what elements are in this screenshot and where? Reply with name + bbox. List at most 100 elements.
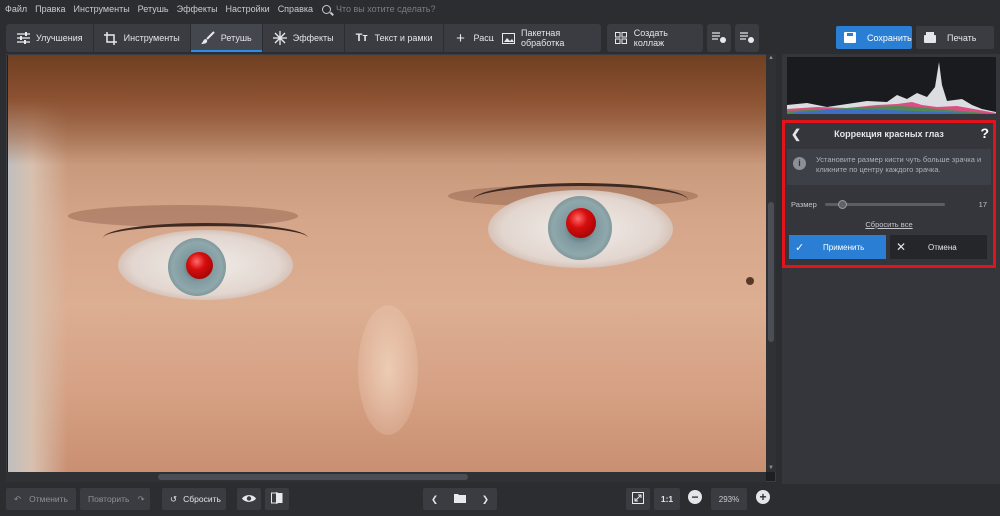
print-button[interactable]: Печать [916, 26, 994, 49]
create-collage-button[interactable]: Создать коллаж [607, 24, 703, 52]
bottom-bar: ↶ Отменить Повторить ↷ ↺ Сбросить ❮ ❯ 1:… [0, 484, 1000, 516]
eye-icon [242, 494, 256, 505]
menu-search[interactable]: Что вы хотите сделать? [322, 4, 436, 14]
sparkle-icon [272, 31, 287, 45]
cancel-button[interactable]: ✕ Отмена [890, 235, 987, 259]
search-placeholder: Что вы хотите сделать? [336, 4, 436, 14]
next-icon[interactable]: ❯ [482, 494, 489, 505]
tab-label: Ретушь [220, 33, 252, 43]
menu-effects[interactable]: Эффекты [174, 4, 221, 14]
search-icon [322, 4, 331, 14]
batch-label: Пакетная обработка [521, 28, 565, 48]
mole [746, 277, 754, 285]
compare-icon [271, 492, 283, 506]
file-navigation: ❮ ❯ [423, 488, 497, 510]
save-button[interactable]: Сохранить [836, 26, 912, 49]
reset-icon: ↺ [170, 493, 178, 504]
redo-label: Повторить [88, 494, 130, 504]
undo-button[interactable]: ↶ Отменить [6, 488, 76, 510]
horizontal-scrollbar[interactable] [6, 472, 766, 482]
redo-button[interactable]: Повторить ↷ [80, 488, 150, 510]
reset-all-link[interactable]: Сбросить все [785, 220, 993, 229]
info-message: i Установите размер кисти чуть больше зр… [787, 149, 991, 185]
collage-label: Создать коллаж [633, 28, 668, 48]
presets-remove-button[interactable] [735, 24, 759, 52]
undo-icon: ↶ [14, 493, 22, 504]
tab-effects[interactable]: Эффекты [263, 24, 345, 52]
undo-label: Отменить [29, 494, 68, 504]
redo-icon: ↷ [137, 493, 145, 504]
hair-region [8, 55, 766, 165]
size-slider-knob[interactable] [837, 199, 847, 209]
grid-icon [615, 31, 628, 45]
tab-label: Улучшения [36, 33, 83, 43]
menu-bar: Файл Правка Инструменты Ретушь Эффекты Н… [0, 0, 1000, 18]
photo[interactable] [8, 55, 766, 473]
zoom-level[interactable]: 293% [711, 488, 747, 510]
red-eye-correction-panel: ❮ Коррекция красных глаз ? i Установите … [782, 120, 996, 268]
back-icon[interactable]: ❮ [791, 127, 801, 141]
check-icon: ✓ [795, 241, 805, 254]
size-slider[interactable] [824, 199, 945, 209]
tab-tools[interactable]: Инструменты [94, 24, 191, 52]
prev-icon[interactable]: ❮ [431, 494, 438, 505]
panel-header: ❮ Коррекция красных глаз ? [785, 123, 993, 145]
fit-screen-button[interactable] [626, 488, 650, 510]
size-label: Размер [791, 199, 817, 209]
reset-button[interactable]: ↺ Сбросить [162, 488, 226, 510]
presets-add-button[interactable] [707, 24, 731, 52]
tab-label: Эффекты [292, 33, 334, 43]
menu-tools[interactable]: Инструменты [71, 4, 133, 14]
size-value: 17 [978, 199, 987, 209]
text-icon: Tт [355, 32, 368, 44]
menu-retouch[interactable]: Ретушь [135, 4, 172, 14]
list-remove-icon [740, 31, 754, 46]
reset-label: Сбросить [183, 494, 221, 504]
tab-retouch[interactable]: Ретушь [190, 24, 263, 52]
brush-icon [200, 31, 215, 45]
vertical-scroll-thumb[interactable] [768, 202, 774, 342]
info-icon: i [793, 157, 806, 170]
info-text: Установите размер кисти чуть больше зрач… [816, 155, 982, 175]
menu-file[interactable]: Файл [2, 4, 30, 14]
right-panel: ❮ Коррекция красных глаз ? i Установите … [782, 54, 1000, 516]
print-label: Печать [947, 32, 977, 43]
zoom-out-icon[interactable]: − [688, 490, 702, 504]
tab-text-frames[interactable]: Tт Текст и рамки [345, 24, 444, 52]
floppy-icon [844, 32, 856, 43]
menu-help[interactable]: Справка [275, 4, 316, 14]
menu-settings[interactable]: Настройки [223, 4, 273, 14]
horizontal-scroll-thumb[interactable] [158, 474, 468, 480]
panel-title: Коррекция красных глаз [834, 129, 944, 139]
scroll-up-icon[interactable]: ▲ [768, 55, 774, 61]
folder-icon[interactable] [453, 493, 466, 505]
batch-processing-button[interactable]: Пакетная обработка [494, 24, 601, 52]
tab-label: Текст и рамки [374, 33, 433, 43]
apply-button[interactable]: ✓ Применить [789, 235, 886, 259]
list-add-icon [712, 31, 726, 46]
main-tabs: Улучшения Инструменты Ретушь Эффекты Tт … [6, 24, 536, 52]
tab-enhancements[interactable]: Улучшения [6, 24, 94, 52]
scroll-down-icon[interactable]: ▼ [768, 465, 774, 471]
save-label: Сохранить [867, 32, 912, 43]
crop-icon [104, 31, 118, 45]
tab-label: Инструменты [123, 33, 180, 43]
plus-icon: + [456, 29, 465, 47]
menu-edit[interactable]: Правка [32, 4, 68, 14]
zoom-in-icon[interactable]: + [756, 490, 770, 504]
sliders-icon [16, 31, 30, 45]
red-pupil-left[interactable] [186, 252, 213, 279]
preview-button[interactable] [237, 488, 261, 510]
actual-size-button[interactable]: 1:1 [654, 488, 680, 510]
help-icon[interactable]: ? [980, 125, 989, 141]
vertical-scrollbar[interactable]: ▲ ▼ [766, 54, 776, 472]
cancel-label: Отмена [928, 242, 957, 252]
printer-icon [924, 31, 936, 43]
compare-button[interactable] [265, 488, 289, 510]
expand-icon [632, 492, 644, 506]
close-icon: ✕ [896, 240, 907, 254]
image-canvas[interactable] [6, 54, 776, 482]
histogram [787, 57, 996, 114]
image-icon [502, 31, 515, 45]
size-slider-row: Размер 17 [791, 197, 987, 211]
